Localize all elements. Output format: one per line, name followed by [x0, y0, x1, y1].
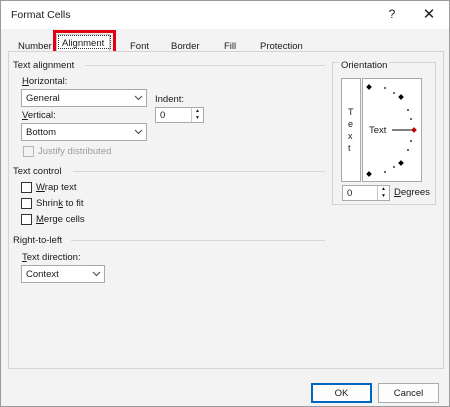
ok-button[interactable]: OK — [311, 383, 372, 403]
format-cells-dialog: Format Cells ? ✕ Number Alignment Font B… — [0, 0, 450, 407]
dial-handle-icon — [411, 127, 417, 133]
chevron-down-icon — [88, 266, 104, 282]
vertical-letter: T — [348, 107, 354, 117]
degrees-value: 0 — [347, 188, 353, 199]
justify-distributed-label: Justify distributed — [38, 146, 112, 157]
chevron-down-icon — [130, 124, 146, 140]
help-button[interactable]: ? — [379, 4, 405, 24]
title-bar: Format Cells ? ✕ — [1, 1, 449, 29]
vertical-text-button[interactable]: T e x t — [341, 78, 361, 182]
dialog-title: Format Cells — [11, 9, 71, 21]
cancel-button[interactable]: Cancel — [378, 383, 439, 403]
spin-up-icon[interactable]: ▲ — [378, 186, 389, 193]
text-direction-value: Context — [26, 269, 59, 280]
dial-marker-45up — [398, 94, 404, 100]
dial-dot — [393, 166, 395, 168]
text-direction-select[interactable]: Context — [21, 265, 105, 283]
dial-marker-bottom — [366, 171, 372, 177]
text-direction-label: Text direction: — [22, 252, 81, 263]
vertical-letter: t — [348, 143, 351, 153]
dial-dot — [393, 92, 395, 94]
dial-marker-45down — [398, 160, 404, 166]
horizontal-value: General — [26, 93, 60, 104]
wrap-text-label: Wrap text — [36, 182, 77, 193]
spin-up-icon[interactable]: ▲ — [192, 108, 203, 115]
spin-down-icon[interactable]: ▼ — [378, 193, 389, 200]
dial-dot — [407, 149, 409, 151]
right-to-left-heading: Right-to-left — [13, 235, 63, 246]
spin-down-icon[interactable]: ▼ — [192, 115, 203, 122]
shrink-to-fit-label: Shrink to fit — [36, 198, 84, 209]
divider — [85, 65, 325, 66]
dial-marker-top — [366, 84, 372, 90]
vertical-label: Vertical: — [22, 110, 56, 121]
degrees-label: Degrees — [394, 187, 430, 198]
merge-cells-label: Merge cells — [36, 214, 85, 225]
dial-dot — [407, 109, 409, 111]
shrink-to-fit-checkbox[interactable] — [21, 198, 32, 209]
horizontal-select[interactable]: General — [21, 89, 147, 107]
dial-dot — [410, 140, 412, 142]
dial-dot — [410, 118, 412, 120]
dial-dot — [384, 87, 386, 89]
chevron-down-icon — [130, 90, 146, 106]
indent-value: 0 — [160, 110, 166, 121]
vertical-letter: x — [348, 131, 353, 141]
orientation-heading: Orientation — [339, 60, 390, 71]
close-button[interactable]: ✕ — [416, 4, 442, 24]
divider — [73, 171, 325, 172]
wrap-text-checkbox[interactable] — [21, 182, 32, 193]
dial-text-label: Text — [369, 125, 387, 136]
justify-distributed-checkbox[interactable] — [23, 146, 34, 157]
help-icon: ? — [388, 7, 396, 21]
vertical-value: Bottom — [26, 127, 57, 138]
merge-cells-checkbox[interactable] — [21, 214, 32, 225]
vertical-select[interactable]: Bottom — [21, 123, 147, 141]
indent-spin-buttons[interactable]: ▲ ▼ — [191, 108, 203, 122]
dial-dot — [384, 171, 386, 173]
degrees-spinner[interactable]: 0 ▲ ▼ — [342, 185, 390, 201]
orientation-dial[interactable]: Text — [362, 78, 422, 182]
indent-spinner[interactable]: 0 ▲ ▼ — [155, 107, 204, 123]
close-icon: ✕ — [422, 6, 436, 23]
text-control-heading: Text control — [13, 166, 62, 177]
text-alignment-heading: Text alignment — [13, 60, 75, 71]
divider — [71, 240, 325, 241]
degrees-spin-buttons[interactable]: ▲ ▼ — [377, 186, 389, 200]
vertical-letter: e — [348, 119, 354, 129]
indent-label: Indent: — [155, 94, 185, 105]
horizontal-label: Horizontal: — [22, 76, 68, 87]
